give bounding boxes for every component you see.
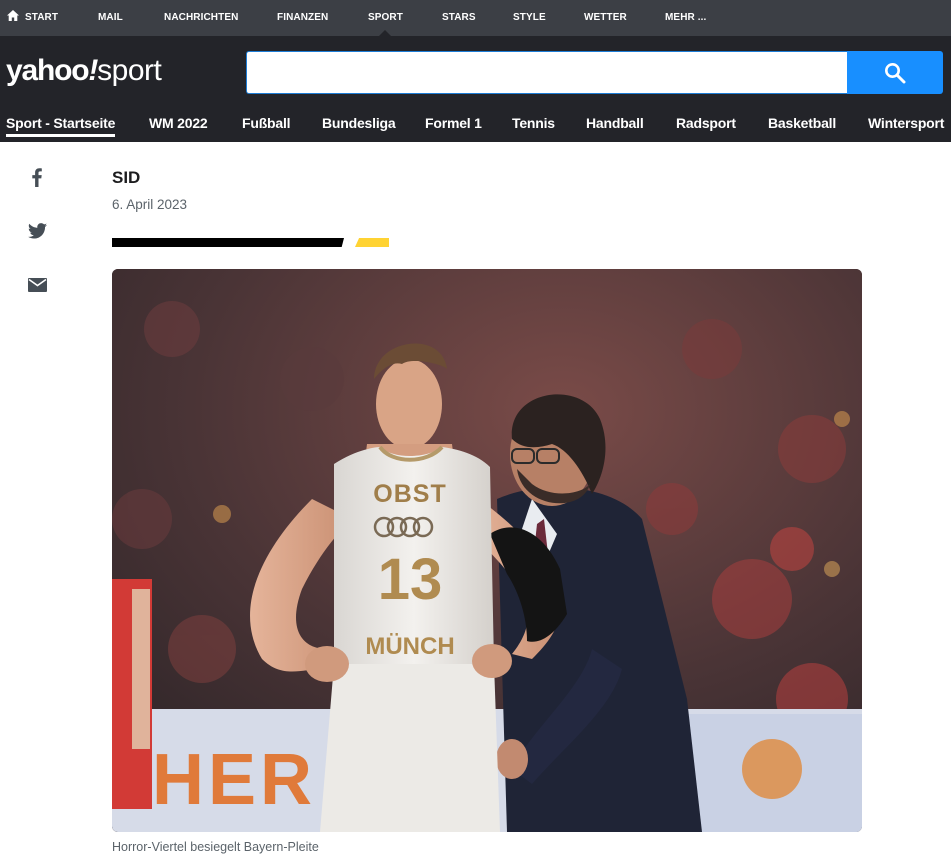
article-author: SID bbox=[112, 168, 141, 187]
share-twitter-button[interactable] bbox=[25, 219, 49, 243]
site-header: yahoo!sport Sport - Startseite WM 2022 F… bbox=[0, 36, 951, 142]
divider-yellow-bar bbox=[355, 238, 389, 247]
jersey-number: 13 bbox=[378, 547, 443, 612]
tab-basketball[interactable]: Basketball bbox=[768, 115, 836, 137]
top-nav-stars[interactable]: STARS bbox=[442, 0, 476, 36]
logo-yahoo: yahoo bbox=[6, 54, 90, 87]
tab-tennis[interactable]: Tennis bbox=[512, 115, 555, 137]
photo-caption: Horror-Viertel besiegelt Bayern-Pleite bbox=[112, 840, 319, 854]
logo-bang: ! bbox=[88, 54, 98, 87]
jersey-name: OBST bbox=[373, 480, 446, 508]
top-nav-mehr[interactable]: MEHR ... bbox=[665, 0, 706, 36]
top-nav-start-label: START bbox=[25, 12, 59, 23]
facebook-icon bbox=[32, 167, 42, 187]
top-nav-finanzen[interactable]: FINANZEN bbox=[277, 0, 328, 36]
twitter-icon bbox=[27, 223, 47, 239]
article-date: 6. April 2023 bbox=[112, 197, 188, 212]
search-button[interactable] bbox=[847, 51, 943, 94]
top-nav-style[interactable]: STYLE bbox=[513, 0, 546, 36]
tab-wm-2022[interactable]: WM 2022 bbox=[149, 115, 208, 137]
tab-handball[interactable]: Handball bbox=[586, 115, 644, 137]
logo-sport: sport bbox=[97, 54, 162, 87]
tab-radsport[interactable]: Radsport bbox=[676, 115, 736, 137]
home-icon bbox=[7, 10, 19, 22]
divider-black-bar bbox=[112, 238, 344, 247]
top-nav-mail[interactable]: MAIL bbox=[98, 0, 123, 36]
article-photo[interactable]: HER OBST 13 MÜNCH bbox=[112, 269, 862, 832]
photo-illustration: HER OBST 13 MÜNCH bbox=[112, 269, 862, 832]
yahoo-sport-logo[interactable]: yahoo!sport bbox=[6, 48, 162, 94]
tab-wintersport[interactable]: Wintersport bbox=[868, 115, 944, 137]
search-input[interactable] bbox=[246, 51, 848, 94]
top-nav-nachrichten[interactable]: NACHRICHTEN bbox=[164, 0, 238, 36]
share-mail-button[interactable] bbox=[25, 273, 49, 297]
tab-sport-startseite[interactable]: Sport - Startseite bbox=[6, 115, 115, 137]
tab-formel-1[interactable]: Formel 1 bbox=[425, 115, 482, 137]
banner-text: HER bbox=[152, 740, 316, 820]
top-nav-start[interactable]: START bbox=[7, 0, 58, 36]
tab-fussball[interactable]: Fußball bbox=[242, 115, 291, 137]
jersey-text: MÜNCH bbox=[365, 633, 454, 660]
top-nav-sport[interactable]: SPORT bbox=[368, 0, 403, 36]
top-nav-bar: START MAIL NACHRICHTEN FINANZEN SPORT ST… bbox=[0, 0, 951, 36]
search-icon bbox=[885, 62, 906, 83]
top-nav-wetter[interactable]: WETTER bbox=[584, 0, 627, 36]
share-facebook-button[interactable] bbox=[25, 165, 49, 189]
mail-icon bbox=[27, 278, 47, 292]
tab-bundesliga[interactable]: Bundesliga bbox=[322, 115, 396, 137]
